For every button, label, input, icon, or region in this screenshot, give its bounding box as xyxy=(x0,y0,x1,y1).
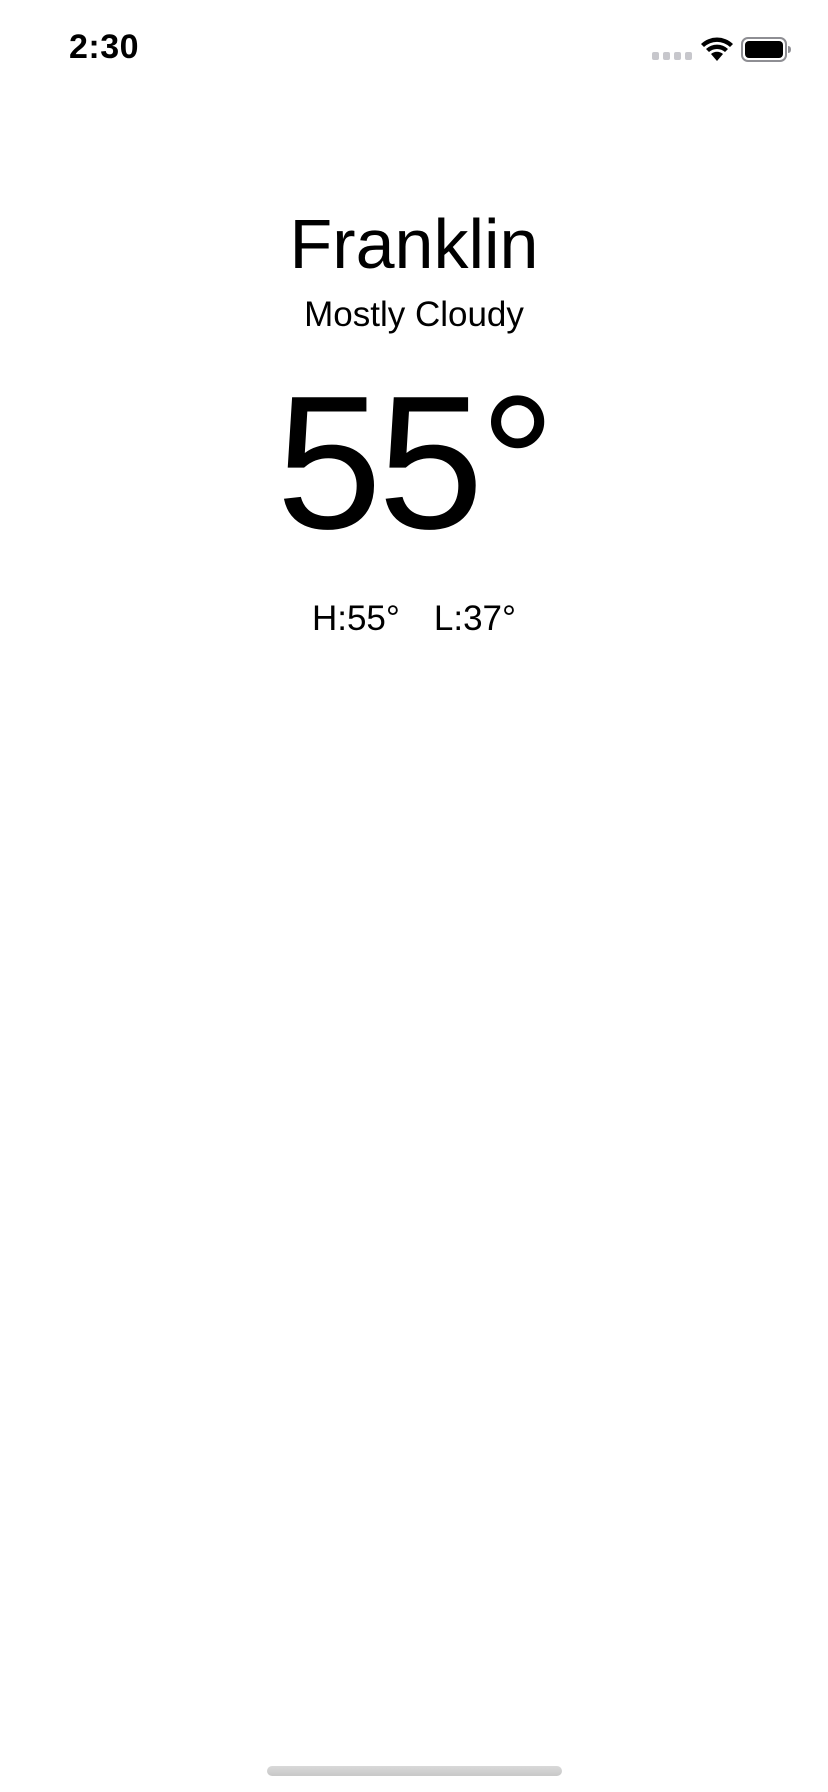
status-bar: 2:30 xyxy=(0,0,828,100)
status-time: 2:30 xyxy=(69,28,140,66)
home-indicator[interactable] xyxy=(267,1766,562,1776)
city-name: Franklin xyxy=(289,205,539,283)
high-low-temperatures: H:55° L:37° xyxy=(0,598,828,640)
high-temperature: H:55° xyxy=(311,599,400,638)
current-temperature: 55° xyxy=(276,357,555,569)
low-temperature: L:37° xyxy=(433,599,517,638)
wifi-icon xyxy=(701,37,733,61)
cellular-signal-icon xyxy=(652,52,692,60)
weather-condition: Mostly Cloudy xyxy=(304,295,524,334)
battery-icon xyxy=(741,37,791,62)
